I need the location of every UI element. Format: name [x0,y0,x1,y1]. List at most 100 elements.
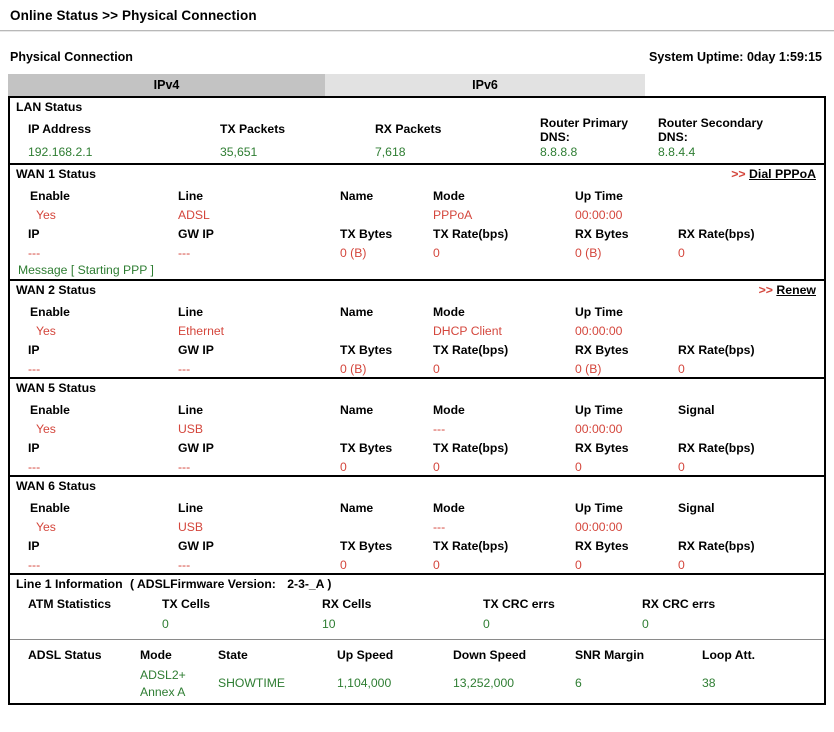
wan5-line-value: USB [178,422,204,436]
wan2-line-value: Ethernet [178,324,225,338]
lan-col-dns1: Router Primary DNS: [540,116,629,144]
wan2-col-tx-rate: TX Rate(bps) [433,343,509,357]
wan2-renew-link[interactable]: >> Renew [759,283,816,297]
wan2-mode-value: DHCP Client [433,324,502,338]
atm-header-row: TX Cells RX Cells TX CRC errs RX CRC err… [10,595,824,614]
wan1-col-gwip: GW IP [178,227,214,241]
wan1-col-rx-rate: RX Rate(bps) [678,227,755,241]
wan2-col-enable: Enable [30,305,70,319]
adsl-state-value: SHOWTIME [218,676,286,690]
wan2-header-row-1: Enable Line Name Mode Up Time [10,303,824,322]
adsl-up-speed-value: 1,104,000 [337,676,392,690]
lan-value-row: 192.168.2.1 35,651 7,618 8.8.8.8 8.8.4.4 [10,143,824,162]
lan-rx-packets-value: 7,618 [375,145,406,159]
adsl-status-block: ADSL Status Mode State Up Speed Down Spe… [10,639,824,703]
wan5-header-row-2: IP GW IP TX Bytes TX Rate(bps) RX Bytes … [10,439,824,458]
wan2-uptime-value: 00:00:00 [575,324,623,338]
wan6-col-enable: Enable [30,501,70,515]
wan1-status-title: WAN 1 Status [16,167,96,181]
breadcrumb-divider [0,30,834,32]
wan5-uptime-value: 00:00:00 [575,422,623,436]
wan6-col-rx-bytes: RX Bytes [575,539,629,553]
breadcrumb-text: Online Status >> Physical Connection [10,8,257,23]
adsl-firmware-version: 2-3-_A ) [287,577,332,591]
lan-col-tx-packets: TX Packets [220,122,286,136]
wan1-col-enable: Enable [30,189,70,203]
wan6-col-signal: Signal [678,501,715,515]
wan5-enable-value: Yes [36,422,56,436]
wan5-col-line: Line [178,403,204,417]
wan5-col-gwip: GW IP [178,441,214,455]
atm-col-rx-crc: RX CRC errs [642,597,716,611]
wan1-col-rx-bytes: RX Bytes [575,227,629,241]
wan1-col-name: Name [340,189,374,203]
adsl-loop-value: 38 [702,676,716,690]
wan6-header-row-1: Enable Line Name Mode Up Time Signal [10,499,824,518]
wan1-rx-bytes-value: 0 (B) [575,246,602,260]
wan2-link-label: Renew [776,283,816,297]
wan1-dial-link[interactable]: >> Dial PPPoA [731,167,816,181]
wan1-col-tx-rate: TX Rate(bps) [433,227,509,241]
ip-version-tabs: IPv4 IPv6 [8,74,826,96]
wan6-col-tx-bytes: TX Bytes [340,539,393,553]
wan2-col-name: Name [340,305,374,319]
wan1-link-arrows-icon: >> [731,167,746,181]
lan-col-dns2: Router Secondary DNS: [658,116,763,144]
wan5-col-tx-rate: TX Rate(bps) [433,441,509,455]
lan-status-block: LAN Status IP Address TX Packets RX Pack… [10,98,824,163]
wan2-header-row-2: IP GW IP TX Bytes TX Rate(bps) RX Bytes … [10,341,824,360]
wan5-col-uptime: Up Time [575,403,623,417]
page-title: Physical Connection [10,50,133,64]
wan6-header-row-2: IP GW IP TX Bytes TX Rate(bps) RX Bytes … [10,537,824,556]
wan5-status-block: WAN 5 Status Enable Line Name Mode Up Ti… [10,377,824,475]
breadcrumb: Online Status >> Physical Connection [0,0,834,32]
adsl-col-up-speed: Up Speed [337,648,394,662]
lan-dns1-value: 8.8.8.8 [540,145,578,159]
lan-status-title: LAN Status [16,100,83,114]
atm-rx-cells-value: 10 [322,617,336,631]
wan1-col-uptime: Up Time [575,189,623,203]
wan1-header-row-2: IP GW IP TX Bytes TX Rate(bps) RX Bytes … [10,225,824,244]
wan5-col-rx-bytes: RX Bytes [575,441,629,455]
lan-col-ip: IP Address [28,122,91,136]
wan1-line-value: ADSL [178,208,210,222]
wan1-tx-rate-value: 0 [433,246,440,260]
lan-dns2-value: 8.8.4.4 [658,145,696,159]
wan2-col-rx-rate: RX Rate(bps) [678,343,755,357]
wan2-col-gwip: GW IP [178,343,214,357]
wan6-value-row-1: Yes USB --- 00:00:00 [10,518,824,537]
status-panel: LAN Status IP Address TX Packets RX Pack… [8,96,826,705]
wan5-header-row-1: Enable Line Name Mode Up Time Signal [10,401,824,420]
adsl-mode-value-line2: Annex A [140,685,186,699]
wan6-enable-value: Yes [36,520,56,534]
tab-ipv6[interactable]: IPv6 [325,74,645,96]
tab-ipv4[interactable]: IPv4 [8,74,325,96]
wan6-col-uptime: Up Time [575,501,623,515]
wan1-value-row-1: Yes ADSL PPPoA 00:00:00 [10,206,824,225]
wan6-mode-value: --- [433,520,446,534]
atm-col-tx-crc: TX CRC errs [483,597,555,611]
line1-title: Line 1 Information [16,577,123,591]
wan6-col-mode: Mode [433,501,465,515]
wan1-link-label: Dial PPPoA [749,167,816,181]
wan1-gwip-value: --- [178,246,191,260]
wan2-status-title: WAN 2 Status [16,283,96,297]
wan5-col-mode: Mode [433,403,465,417]
adsl-firmware-label: ( ADSLFirmware Version: [130,577,276,591]
adsl-col-mode: Mode [140,648,172,662]
wan5-col-ip: IP [28,441,40,455]
wan1-col-ip: IP [28,227,40,241]
wan5-col-rx-rate: RX Rate(bps) [678,441,755,455]
wan5-col-tx-bytes: TX Bytes [340,441,393,455]
wan1-col-line: Line [178,189,204,203]
wan1-mode-value: PPPoA [433,208,473,222]
adsl-down-speed-value: 13,252,000 [453,676,514,690]
wan2-col-mode: Mode [433,305,465,319]
wan1-enable-value: Yes [36,208,56,222]
wan2-link-arrows-icon: >> [758,283,773,297]
line1-information-block: Line 1 Information ( ADSLFirmware Versio… [10,573,824,639]
wan1-status-block: WAN 1 Status >> Dial PPPoA Enable Line N… [10,163,824,279]
lan-col-rx-packets: RX Packets [375,122,442,136]
adsl-header-row: Mode State Up Speed Down Speed SNR Margi… [10,646,824,665]
wan5-col-name: Name [340,403,374,417]
